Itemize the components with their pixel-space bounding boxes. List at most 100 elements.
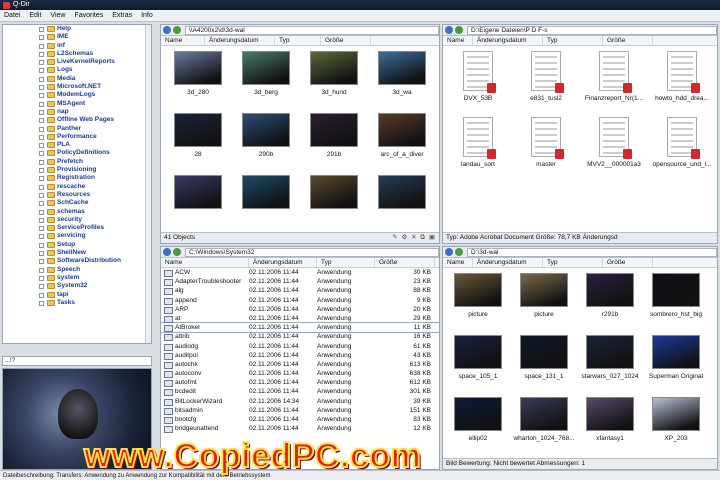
table-row[interactable]: autofmt 02.11.2006 11:44 Anwendung 612 KB xyxy=(161,378,439,388)
tree-item[interactable]: L2Schemas xyxy=(3,50,151,58)
thumbnail-item[interactable]: 291b xyxy=(299,113,369,158)
menu-item-edit[interactable]: Edit xyxy=(29,12,41,19)
table-row[interactable]: autochk 02.11.2006 11:44 Anwendung 613 KB xyxy=(161,360,439,370)
expand-icon[interactable] xyxy=(39,192,44,198)
expand-icon[interactable] xyxy=(39,68,44,74)
column-size[interactable]: Größe xyxy=(603,258,653,267)
tree-item[interactable]: Media xyxy=(3,75,151,83)
thumbnail-item[interactable]: ellip02 xyxy=(443,397,513,442)
menu-item-favorites[interactable]: Favorites xyxy=(74,12,103,19)
expand-icon[interactable] xyxy=(39,267,44,273)
tree-item[interactable]: Resources xyxy=(3,191,151,199)
table-row[interactable]: ACW 02.11.2006 11:44 Anwendung 30 KB xyxy=(161,268,439,278)
back-icon[interactable] xyxy=(163,26,171,34)
thumbnail-item[interactable]: r291b xyxy=(575,273,645,318)
expand-icon[interactable] xyxy=(39,143,44,149)
toolbar-icons[interactable]: ✎ ⚙ ✕ ⧉ ▣ xyxy=(392,233,439,243)
tree-item[interactable]: SoftwareDistribution xyxy=(3,257,151,265)
column-name[interactable]: Name xyxy=(443,258,473,267)
document-item[interactable]: e831_tusl2 xyxy=(511,51,581,102)
column-name[interactable]: Name xyxy=(161,258,249,267)
expand-icon[interactable] xyxy=(39,242,44,248)
expand-icon[interactable] xyxy=(39,292,44,298)
document-item[interactable]: DVX_53B xyxy=(443,51,513,102)
tree-item[interactable]: servicing xyxy=(3,232,151,240)
tree-item[interactable]: Provisioning xyxy=(3,166,151,174)
expand-icon[interactable] xyxy=(39,300,44,306)
document-item[interactable]: Finanzreport_Nr(1... xyxy=(579,51,649,102)
tree-item[interactable]: SchCache xyxy=(3,199,151,207)
tree-item[interactable]: system xyxy=(3,274,151,282)
expand-icon[interactable] xyxy=(39,234,44,240)
expand-icon[interactable] xyxy=(39,76,44,82)
column-type[interactable]: Typ xyxy=(275,36,321,45)
thumbnail-item[interactable]: 3d_berg xyxy=(231,51,301,96)
thumbnail-item[interactable]: wharton_1024_768... xyxy=(509,397,579,442)
thumbnail-item[interactable] xyxy=(231,175,301,213)
thumbnail-item[interactable]: XP_203 xyxy=(641,397,711,442)
menu-item-datei[interactable]: Datei xyxy=(4,12,20,19)
column-date[interactable]: Änderungsdatum xyxy=(249,258,317,267)
expand-icon[interactable] xyxy=(39,27,44,32)
tree-item[interactable]: Registration xyxy=(3,174,151,182)
expand-icon[interactable] xyxy=(39,134,44,140)
forward-icon[interactable] xyxy=(173,26,181,34)
tree-item[interactable]: Offline Web Pages xyxy=(3,116,151,124)
tree-item[interactable]: Setup xyxy=(3,241,151,249)
tree-item[interactable]: rescache xyxy=(3,183,151,191)
thumbnail-item[interactable]: 28 xyxy=(163,113,233,158)
expand-icon[interactable] xyxy=(39,251,44,257)
thumbnail-item[interactable]: space_105_1 xyxy=(443,335,513,380)
menu-item-extras[interactable]: Extras xyxy=(112,12,132,19)
table-row[interactable]: ARP 02.11.2006 11:44 Anwendung 20 KB xyxy=(161,305,439,314)
expand-icon[interactable] xyxy=(39,168,44,174)
expand-icon[interactable] xyxy=(39,275,44,281)
tree-item[interactable]: nap xyxy=(3,108,151,116)
tree-item[interactable]: schemas xyxy=(3,208,151,216)
table-row[interactable]: alg 02.11.2006 11:44 Anwendung 88 KB xyxy=(161,286,439,296)
tree-item[interactable]: security xyxy=(3,216,151,224)
back-icon[interactable] xyxy=(445,248,453,256)
tree-item[interactable]: Microsoft.NET xyxy=(3,83,151,91)
tree-item[interactable]: LiveKernelReports xyxy=(3,58,151,66)
column-size[interactable]: Größe xyxy=(603,36,653,45)
column-name[interactable]: Name xyxy=(443,36,473,45)
expand-icon[interactable] xyxy=(39,43,44,49)
column-date[interactable]: Änderungsdatum xyxy=(473,258,543,267)
expand-icon[interactable] xyxy=(39,201,44,207)
tree-item[interactable]: PolicyDefinitions xyxy=(3,149,151,157)
column-name[interactable]: Name xyxy=(161,36,205,45)
thumbnail-item[interactable]: sombrero_hst_big xyxy=(641,273,711,318)
tree-item[interactable]: Panther xyxy=(3,125,151,133)
table-row[interactable]: attrib 02.11.2006 11:44 Anwendung 16 KB xyxy=(161,332,439,342)
table-row[interactable]: auditpol 02.11.2006 11:44 Anwendung 43 KB xyxy=(161,351,439,360)
document-item[interactable]: MVV2__000001a3 xyxy=(579,117,649,168)
tree-item[interactable]: IME xyxy=(3,33,151,41)
document-item[interactable]: landau_sort xyxy=(443,117,513,168)
tree-item[interactable]: ShellNew xyxy=(3,249,151,257)
forward-icon[interactable] xyxy=(173,248,181,256)
table-row[interactable]: audiodg 02.11.2006 11:44 Anwendung 61 KB xyxy=(161,342,439,351)
expand-icon[interactable] xyxy=(39,35,44,41)
thumbnail-item[interactable]: Superman Original xyxy=(641,335,711,380)
expand-icon[interactable] xyxy=(39,109,44,115)
expand-icon[interactable] xyxy=(39,151,44,157)
expand-icon[interactable] xyxy=(39,217,44,223)
tree-path-field[interactable]: ...!? xyxy=(2,356,152,366)
expand-icon[interactable] xyxy=(39,184,44,190)
column-type[interactable]: Typ xyxy=(543,258,603,267)
tree-item[interactable]: tapi xyxy=(3,291,151,299)
expand-icon[interactable] xyxy=(39,85,44,91)
tree-item[interactable]: Help xyxy=(3,25,151,33)
thumbnail-item[interactable] xyxy=(299,175,369,213)
tree-item[interactable]: MSAgent xyxy=(3,100,151,108)
thumbnail-item[interactable]: 290b xyxy=(231,113,301,158)
table-row[interactable]: bootcfg 02.11.2006 11:44 Anwendung 83 KB xyxy=(161,415,439,425)
document-item[interactable]: master xyxy=(511,117,581,168)
thumbnail-item[interactable]: picture xyxy=(509,273,579,318)
table-row[interactable]: AdapterTroubleshooter 02.11.2006 11:44 Anw… xyxy=(161,277,439,287)
tree-item[interactable]: Prefetch xyxy=(3,158,151,166)
table-row[interactable]: at 02.11.2006 11:44 Anwendung 29 KB xyxy=(161,314,439,324)
column-date[interactable]: Änderungsdatum xyxy=(205,36,275,45)
tree-item[interactable]: System32 xyxy=(3,282,151,290)
